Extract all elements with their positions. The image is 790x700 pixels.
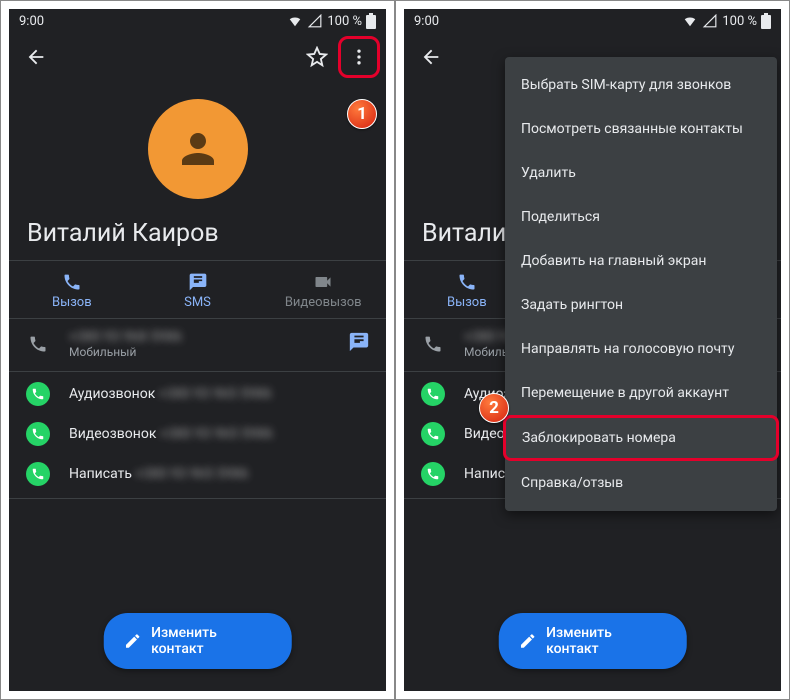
status-battery: 100 % <box>327 14 362 29</box>
menu-linked-contacts[interactable]: Посмотреть связанные контакты <box>505 107 777 151</box>
favorite-button[interactable] <box>296 36 338 78</box>
menu-share[interactable]: Поделиться <box>505 195 777 239</box>
edit-contact-button[interactable]: Изменить контакт <box>498 613 687 669</box>
whatsapp-icon <box>26 382 50 406</box>
person-icon <box>174 125 222 173</box>
phone-icon <box>423 334 443 354</box>
whatsapp-icon <box>26 462 50 486</box>
annotation-1: 1 <box>347 99 377 129</box>
status-bar: 9:00 100 % <box>404 9 781 33</box>
contact-screen-menu-open: 9:00 100 % Виталий Каиров Вызов <box>404 9 781 691</box>
status-battery: 100 % <box>722 14 757 29</box>
menu-block-numbers[interactable]: Заблокировать номера <box>503 415 779 461</box>
menu-add-homescreen[interactable]: Добавить на главный экран <box>505 239 777 283</box>
menu-route-voicemail[interactable]: Направлять на голосовую почту <box>505 327 777 371</box>
whatsapp-message-row[interactable]: Написать +380 93 965 5986 <box>9 452 386 492</box>
menu-set-ringtone[interactable]: Задать рингтон <box>505 283 777 327</box>
action-tabs: Вызов SMS Видеовызов <box>9 260 386 319</box>
overflow-menu: Выбрать SIM-карту для звонков Посмотреть… <box>505 57 777 511</box>
menu-delete[interactable]: Удалить <box>505 151 777 195</box>
battery-icon <box>761 13 771 29</box>
tab-videocall[interactable]: Видеовызов <box>260 261 386 318</box>
wifi-icon <box>682 14 698 28</box>
tab-sms[interactable]: SMS <box>135 261 261 318</box>
phone-type: Мобильный <box>69 345 330 359</box>
phone-number: +380 93 968 5986 <box>69 329 330 345</box>
menu-move-account[interactable]: Перемещение в другой аккаунт <box>505 371 777 415</box>
edit-contact-button[interactable]: Изменить контакт <box>103 613 292 669</box>
message-icon <box>348 331 370 353</box>
back-button[interactable] <box>410 36 452 78</box>
contact-name: Виталий Каиров <box>9 219 386 260</box>
signal-icon <box>702 14 718 28</box>
edit-icon <box>518 632 536 650</box>
more-vert-icon <box>349 47 369 67</box>
phone-icon <box>28 334 48 354</box>
menu-help-feedback[interactable]: Справка/отзыв <box>505 461 777 505</box>
status-time: 9:00 <box>19 14 44 29</box>
back-button[interactable] <box>15 36 57 78</box>
annotation-2: 2 <box>479 393 509 423</box>
edit-icon <box>123 632 141 650</box>
battery-icon <box>366 13 376 29</box>
status-bar: 9:00 100 % <box>9 9 386 33</box>
message-button[interactable] <box>348 331 370 357</box>
signal-icon <box>307 14 323 28</box>
contact-avatar <box>148 99 248 199</box>
whatsapp-video-row[interactable]: Видеозвонок +380 93 965 5986 <box>9 412 386 452</box>
wifi-icon <box>287 14 303 28</box>
phone-row[interactable]: +380 93 968 5986 Мобильный <box>9 319 386 365</box>
whatsapp-icon <box>26 422 50 446</box>
overflow-menu-button[interactable] <box>338 36 380 78</box>
app-bar <box>9 33 386 81</box>
contact-screen-closed: 9:00 100 % Виталий Каиров <box>9 9 386 691</box>
tab-call[interactable]: Вызов <box>9 261 135 318</box>
menu-choose-sim[interactable]: Выбрать SIM-карту для звонков <box>505 63 777 107</box>
status-time: 9:00 <box>414 14 439 29</box>
whatsapp-audio-row[interactable]: Аудиозвонок +380 93 965 5986 <box>9 372 386 412</box>
